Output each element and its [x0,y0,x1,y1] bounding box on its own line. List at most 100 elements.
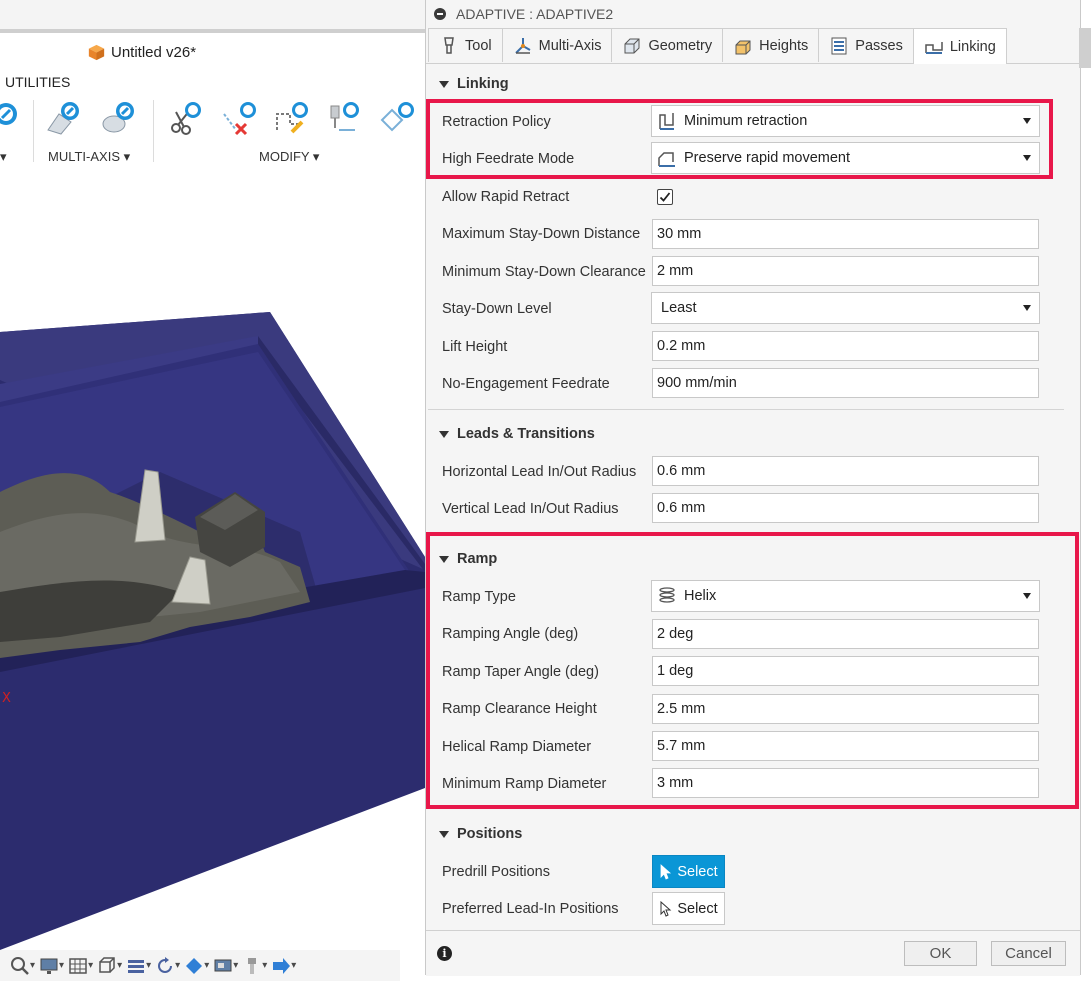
zoom-button[interactable]: ▾ [10,955,35,977]
dialog-footer: i OK Cancel [426,930,1080,976]
multi-axis-tool-icon[interactable] [45,100,81,136]
display-settings-button[interactable]: ▾ [39,955,64,977]
dropdown-arrow-icon [1023,593,1031,599]
ramp-taper-angle-label: Ramp Taper Angle (deg) [442,664,599,680]
minimum-ramp-diameter-input[interactable]: 3 mm [652,768,1039,798]
highlight-box-linking [426,99,1053,179]
swarf-tool-icon[interactable] [100,100,136,136]
document-title: Untitled v26* [111,43,197,61]
tab-label: Geometry [648,37,713,54]
tool-move-icon[interactable] [325,100,361,136]
ok-button[interactable]: OK [904,941,977,966]
dropdown-arrow-icon [1023,305,1031,311]
grid-settings-button[interactable]: ▾ [68,955,93,977]
max-stay-down-distance-label: Maximum Stay-Down Distance [442,226,641,242]
button-label: Select [677,900,718,917]
delete-toolpath-icon[interactable] [222,100,258,136]
3d-viewport[interactable]: X [0,172,425,950]
tab-label: Linking [949,38,996,55]
simulation-button[interactable]: ▾ [271,955,296,977]
leads-section-header[interactable]: Leads & Transitions [439,426,595,442]
section-title: Ramp [457,551,498,567]
modify-group-label[interactable]: MODIFY ▾ [259,149,319,165]
orbit-button[interactable]: ▾ [155,955,180,977]
layers-button[interactable]: ▾ [126,955,151,977]
viewcube-icon [99,956,115,973]
select-value: Least [661,300,697,316]
tool-display-button[interactable]: ▾ [242,955,267,977]
visual-style-button[interactable]: ▾ [184,955,209,977]
multi-axis-icon [514,37,531,54]
predrill-positions-label: Predrill Positions [442,864,550,880]
min-stay-down-clearance-input[interactable]: 2 mm [652,256,1039,286]
preferred-lead-in-select-button[interactable]: Select [652,892,725,925]
predrill-select-button[interactable]: Select [652,855,725,888]
scrollbar-thumb[interactable] [1079,28,1091,68]
helical-ramp-diameter-input[interactable]: 5.7 mm [652,731,1039,761]
multi-axis-group-label[interactable]: MULTI-AXIS ▾ [48,149,130,165]
checkmark-icon [659,192,671,202]
positions-section-header[interactable]: Positions [439,826,522,842]
tab-label: Tool [465,37,492,54]
horizontal-lead-radius-input[interactable]: 0.6 mm [652,456,1039,486]
toolbar-separator [33,100,34,162]
cursor-arrow-icon [660,863,672,880]
toolbar: UTILITIES MULTI-AXIS ▾ MODIFY ▾ ▾ [0,62,425,173]
tab-linking[interactable]: Linking [912,28,1007,64]
allow-rapid-retract-label: Allow Rapid Retract [442,189,570,205]
title-strip [0,0,425,30]
max-stay-down-distance-input[interactable]: 30 mm [652,219,1039,249]
dialog-tabs: Tool Multi-Axis Geometry Heights Passes … [428,28,1007,64]
document-tab[interactable]: Untitled v26* [88,42,196,62]
minimum-ramp-diameter-label: Minimum Ramp Diameter [442,776,607,792]
monitor-icon [40,958,58,974]
group-dropdown-arrow[interactable]: ▾ [0,149,7,165]
lift-height-input[interactable]: 0.2 mm [652,331,1039,361]
ramping-angle-input[interactable]: 2 deg [652,619,1039,649]
ramp-section-header[interactable]: Ramp [439,551,497,567]
ramp-taper-angle-input[interactable]: 1 deg [652,656,1039,686]
ramp-clearance-height-label: Ramp Clearance Height [442,701,597,717]
passes-icon [831,37,847,54]
stay-down-level-select[interactable]: Least [651,292,1040,324]
min-stay-down-clearance-label: Minimum Stay-Down Clearance [442,264,646,280]
magnifier-icon [11,956,29,975]
vertical-lead-radius-input[interactable]: 0.6 mm [652,493,1039,523]
tab-heights[interactable]: Heights [722,28,820,62]
ramp-type-select[interactable]: Helix [651,580,1040,612]
tab-multi-axis[interactable]: Multi-Axis [501,28,613,62]
cancel-button[interactable]: Cancel [991,941,1066,966]
utilities-tab[interactable]: UTILITIES [5,74,70,90]
navigation-bar: ▾ ▾ ▾ ▾ ▾ ▾ ▾ ▾ ▾ ▾ [0,950,400,981]
section-title: Linking [457,76,509,92]
allow-rapid-retract-checkbox[interactable] [657,189,673,205]
ramp-type-label: Ramp Type [442,589,516,605]
transform-points-icon[interactable] [378,100,414,136]
environment-button[interactable]: ▾ [213,955,238,977]
collapse-icon[interactable] [434,8,446,20]
linking-tab-content: Linking Retraction Policy Minimum retrac… [426,64,1080,930]
view-cube-button[interactable]: ▾ [97,955,122,977]
trim-toolpath-icon[interactable] [168,100,204,136]
no-engagement-feedrate-input[interactable]: 900 mm/min [652,368,1039,398]
info-icon[interactable]: i [437,946,452,961]
model-view: X [0,312,425,950]
vertical-lead-radius-label: Vertical Lead In/Out Radius [442,501,619,517]
tab-geometry[interactable]: Geometry [611,28,724,62]
edit-feed-icon[interactable] [274,100,310,136]
tab-passes[interactable]: Passes [818,28,914,62]
partial-tool-icon[interactable] [0,100,24,136]
stay-down-level-label: Stay-Down Level [442,301,552,317]
linking-section-header[interactable]: Linking [439,76,509,92]
ramp-clearance-height-input[interactable]: 2.5 mm [652,694,1039,724]
tab-tool[interactable]: Tool [428,28,503,62]
orbit-icon [158,956,173,973]
dialog-title: ADAPTIVE : ADAPTIVE2 [456,6,614,22]
tool-display-icon [248,957,257,974]
helix-icon [659,587,675,603]
section-title: Positions [457,826,523,842]
section-divider [428,409,1064,410]
geometry-icon [624,38,640,53]
toolbar-separator [153,100,154,162]
tab-label: Multi-Axis [538,37,602,54]
